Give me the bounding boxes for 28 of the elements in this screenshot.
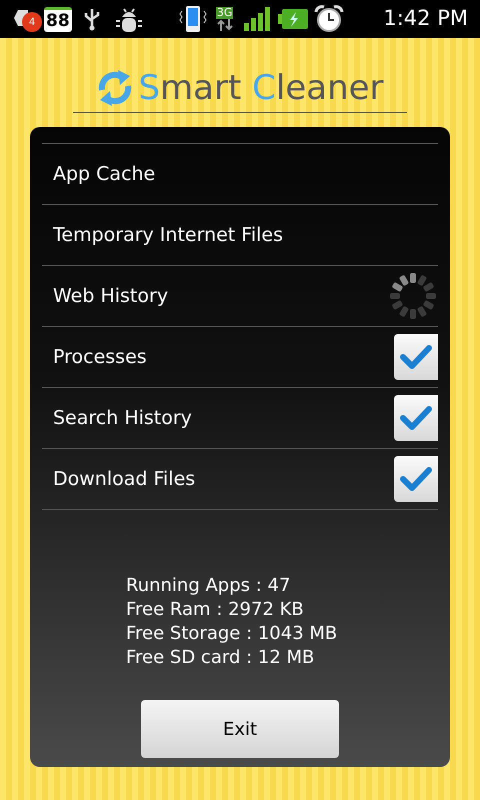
option-label: App Cache: [53, 162, 156, 187]
exit-button[interactable]: Exit: [141, 700, 339, 758]
stat-line: Free Ram : 2972 KB: [126, 598, 305, 622]
battery-charging-icon: [278, 8, 308, 30]
checkmark-icon: [399, 404, 433, 432]
checkbox[interactable]: [394, 456, 438, 502]
alarm-clock-icon: [314, 5, 344, 33]
signal-icon: [244, 7, 272, 31]
clock-time: 1:42 PM: [383, 5, 468, 32]
option-label: Search History: [53, 406, 192, 431]
battery-level-badge: 88: [44, 6, 72, 32]
checkbox[interactable]: [394, 334, 438, 380]
option-label: Processes: [53, 344, 147, 370]
checkmark-icon: [399, 465, 433, 493]
checkmark-icon: [399, 343, 433, 371]
option-label: Web History: [53, 284, 168, 309]
stat-line: Running Apps : 47: [126, 574, 292, 598]
data-arrows-icon: [216, 19, 234, 31]
notification-badge: 4: [22, 12, 42, 32]
stat-line: Free SD card : 12 MB: [126, 646, 316, 670]
loading-spinner-icon: [388, 271, 438, 321]
app-title: Smart Cleaner: [138, 67, 384, 110]
checkbox[interactable]: [394, 395, 438, 441]
network-type-label: 3G: [216, 7, 234, 19]
option-label: Temporary Internet Files: [53, 222, 283, 248]
option-label: Download Files: [53, 466, 196, 492]
stat-line: Free Storage : 1043 MB: [126, 622, 338, 646]
vibrate-icon: [178, 5, 208, 33]
